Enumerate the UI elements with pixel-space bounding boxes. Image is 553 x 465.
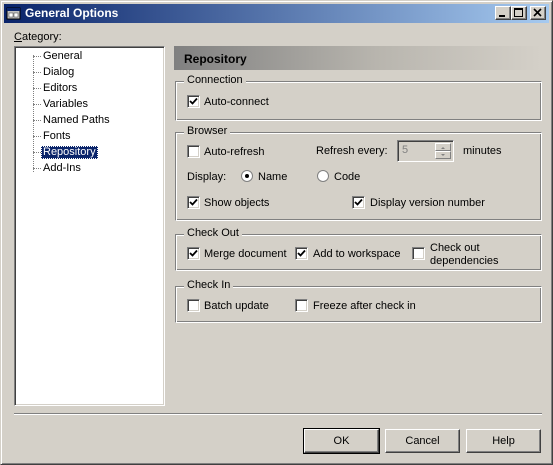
display-version-checkbox[interactable] bbox=[352, 196, 365, 209]
merge-document-checkbox[interactable] bbox=[187, 247, 200, 260]
tree-item-repository[interactable]: Repository bbox=[33, 145, 153, 161]
tree-item-label: Dialog bbox=[43, 66, 75, 78]
check-out-dependencies-label-line2[interactable]: dependencies bbox=[430, 255, 499, 268]
category-label: Category: bbox=[14, 31, 62, 43]
display-code-radio[interactable] bbox=[317, 170, 329, 182]
tree-item-label: Repository bbox=[41, 146, 98, 159]
spin-up-button[interactable] bbox=[435, 143, 451, 151]
add-to-workspace-label[interactable]: Add to workspace bbox=[313, 248, 400, 261]
batch-update-label[interactable]: Batch update bbox=[204, 300, 269, 313]
maximize-button[interactable] bbox=[511, 6, 527, 20]
maximize-icon bbox=[514, 8, 523, 17]
checkmark-icon bbox=[189, 249, 198, 257]
spin-down-button[interactable] bbox=[435, 151, 451, 159]
display-label: Display: bbox=[187, 171, 227, 183]
refresh-every-label: Refresh every: bbox=[316, 145, 388, 157]
tree-item-label: General bbox=[43, 50, 83, 62]
ok-button[interactable]: OK bbox=[303, 428, 380, 454]
minimize-button[interactable] bbox=[495, 6, 511, 20]
close-button[interactable] bbox=[530, 6, 546, 20]
check-out-dependencies-label-line1[interactable]: Check out bbox=[430, 242, 480, 255]
refresh-interval-value: 5 bbox=[402, 144, 409, 156]
display-name-label[interactable]: Name bbox=[258, 171, 287, 184]
down-arrow-icon bbox=[441, 154, 445, 156]
minutes-label: minutes bbox=[463, 145, 502, 157]
freeze-after-check-in-checkbox[interactable] bbox=[295, 299, 308, 312]
page-header: Repository bbox=[174, 46, 542, 70]
display-version-label[interactable]: Display version number bbox=[370, 197, 485, 210]
batch-update-checkbox[interactable] bbox=[187, 299, 200, 312]
connection-group-label: Connection bbox=[184, 74, 246, 87]
auto-refresh-checkbox[interactable] bbox=[187, 145, 200, 158]
tree-item-label: Fonts bbox=[43, 130, 71, 142]
spinner-arrows[interactable] bbox=[435, 143, 451, 159]
auto-connect-label[interactable]: Auto-connect bbox=[204, 96, 269, 109]
tree-item-editors[interactable]: Editors bbox=[33, 81, 153, 97]
tree-item-variables[interactable]: Variables bbox=[33, 97, 153, 113]
display-code-label[interactable]: Code bbox=[334, 171, 360, 184]
button-separator bbox=[14, 413, 542, 415]
check-out-group-label: Check Out bbox=[184, 227, 242, 240]
check-out-dependencies-checkbox[interactable] bbox=[412, 247, 425, 260]
tree-item-named-paths[interactable]: Named Paths bbox=[33, 113, 153, 129]
cancel-button[interactable]: Cancel bbox=[385, 429, 460, 453]
tree-item-label: Named Paths bbox=[43, 114, 110, 126]
merge-document-label[interactable]: Merge document bbox=[204, 248, 287, 261]
up-arrow-icon bbox=[441, 147, 445, 149]
auto-connect-checkbox[interactable] bbox=[187, 95, 200, 108]
close-icon bbox=[533, 8, 542, 17]
check-in-group-label: Check In bbox=[184, 279, 234, 292]
minimize-icon bbox=[499, 15, 505, 17]
help-button[interactable]: Help bbox=[466, 429, 541, 453]
auto-refresh-label[interactable]: Auto-refresh bbox=[204, 146, 265, 159]
show-objects-checkbox[interactable] bbox=[187, 196, 200, 209]
tree-item-fonts[interactable]: Fonts bbox=[33, 129, 153, 145]
tree-item-general[interactable]: General bbox=[33, 49, 153, 65]
display-name-radio[interactable] bbox=[241, 170, 253, 182]
app-icon bbox=[6, 6, 21, 21]
show-objects-label[interactable]: Show objects bbox=[204, 197, 269, 210]
tree-item-add-ins[interactable]: Add-Ins bbox=[33, 161, 153, 177]
checkmark-icon bbox=[189, 198, 198, 206]
title-bar[interactable]: General Options bbox=[4, 4, 549, 23]
tree-item-label: Editors bbox=[43, 82, 78, 94]
checkmark-icon bbox=[354, 198, 363, 206]
tree-item-label: Add-Ins bbox=[43, 162, 81, 174]
page-title: Repository bbox=[184, 52, 247, 66]
add-to-workspace-checkbox[interactable] bbox=[295, 247, 308, 260]
tree-item-label: Variables bbox=[43, 98, 89, 110]
category-label-rest: ategory: bbox=[21, 31, 62, 43]
tree-item-dialog[interactable]: Dialog bbox=[33, 65, 153, 81]
checkmark-icon bbox=[189, 97, 198, 105]
checkmark-icon bbox=[297, 249, 306, 257]
browser-group-label: Browser bbox=[184, 125, 231, 138]
general-options-dialog: General Options Category: General Dialog… bbox=[0, 0, 553, 465]
window-title: General Options bbox=[25, 6, 119, 20]
refresh-interval-spinner[interactable]: 5 bbox=[397, 140, 454, 162]
category-tree[interactable]: General Dialog Editors Variables Named P… bbox=[14, 46, 165, 406]
freeze-after-check-in-label[interactable]: Freeze after check in bbox=[313, 300, 416, 313]
